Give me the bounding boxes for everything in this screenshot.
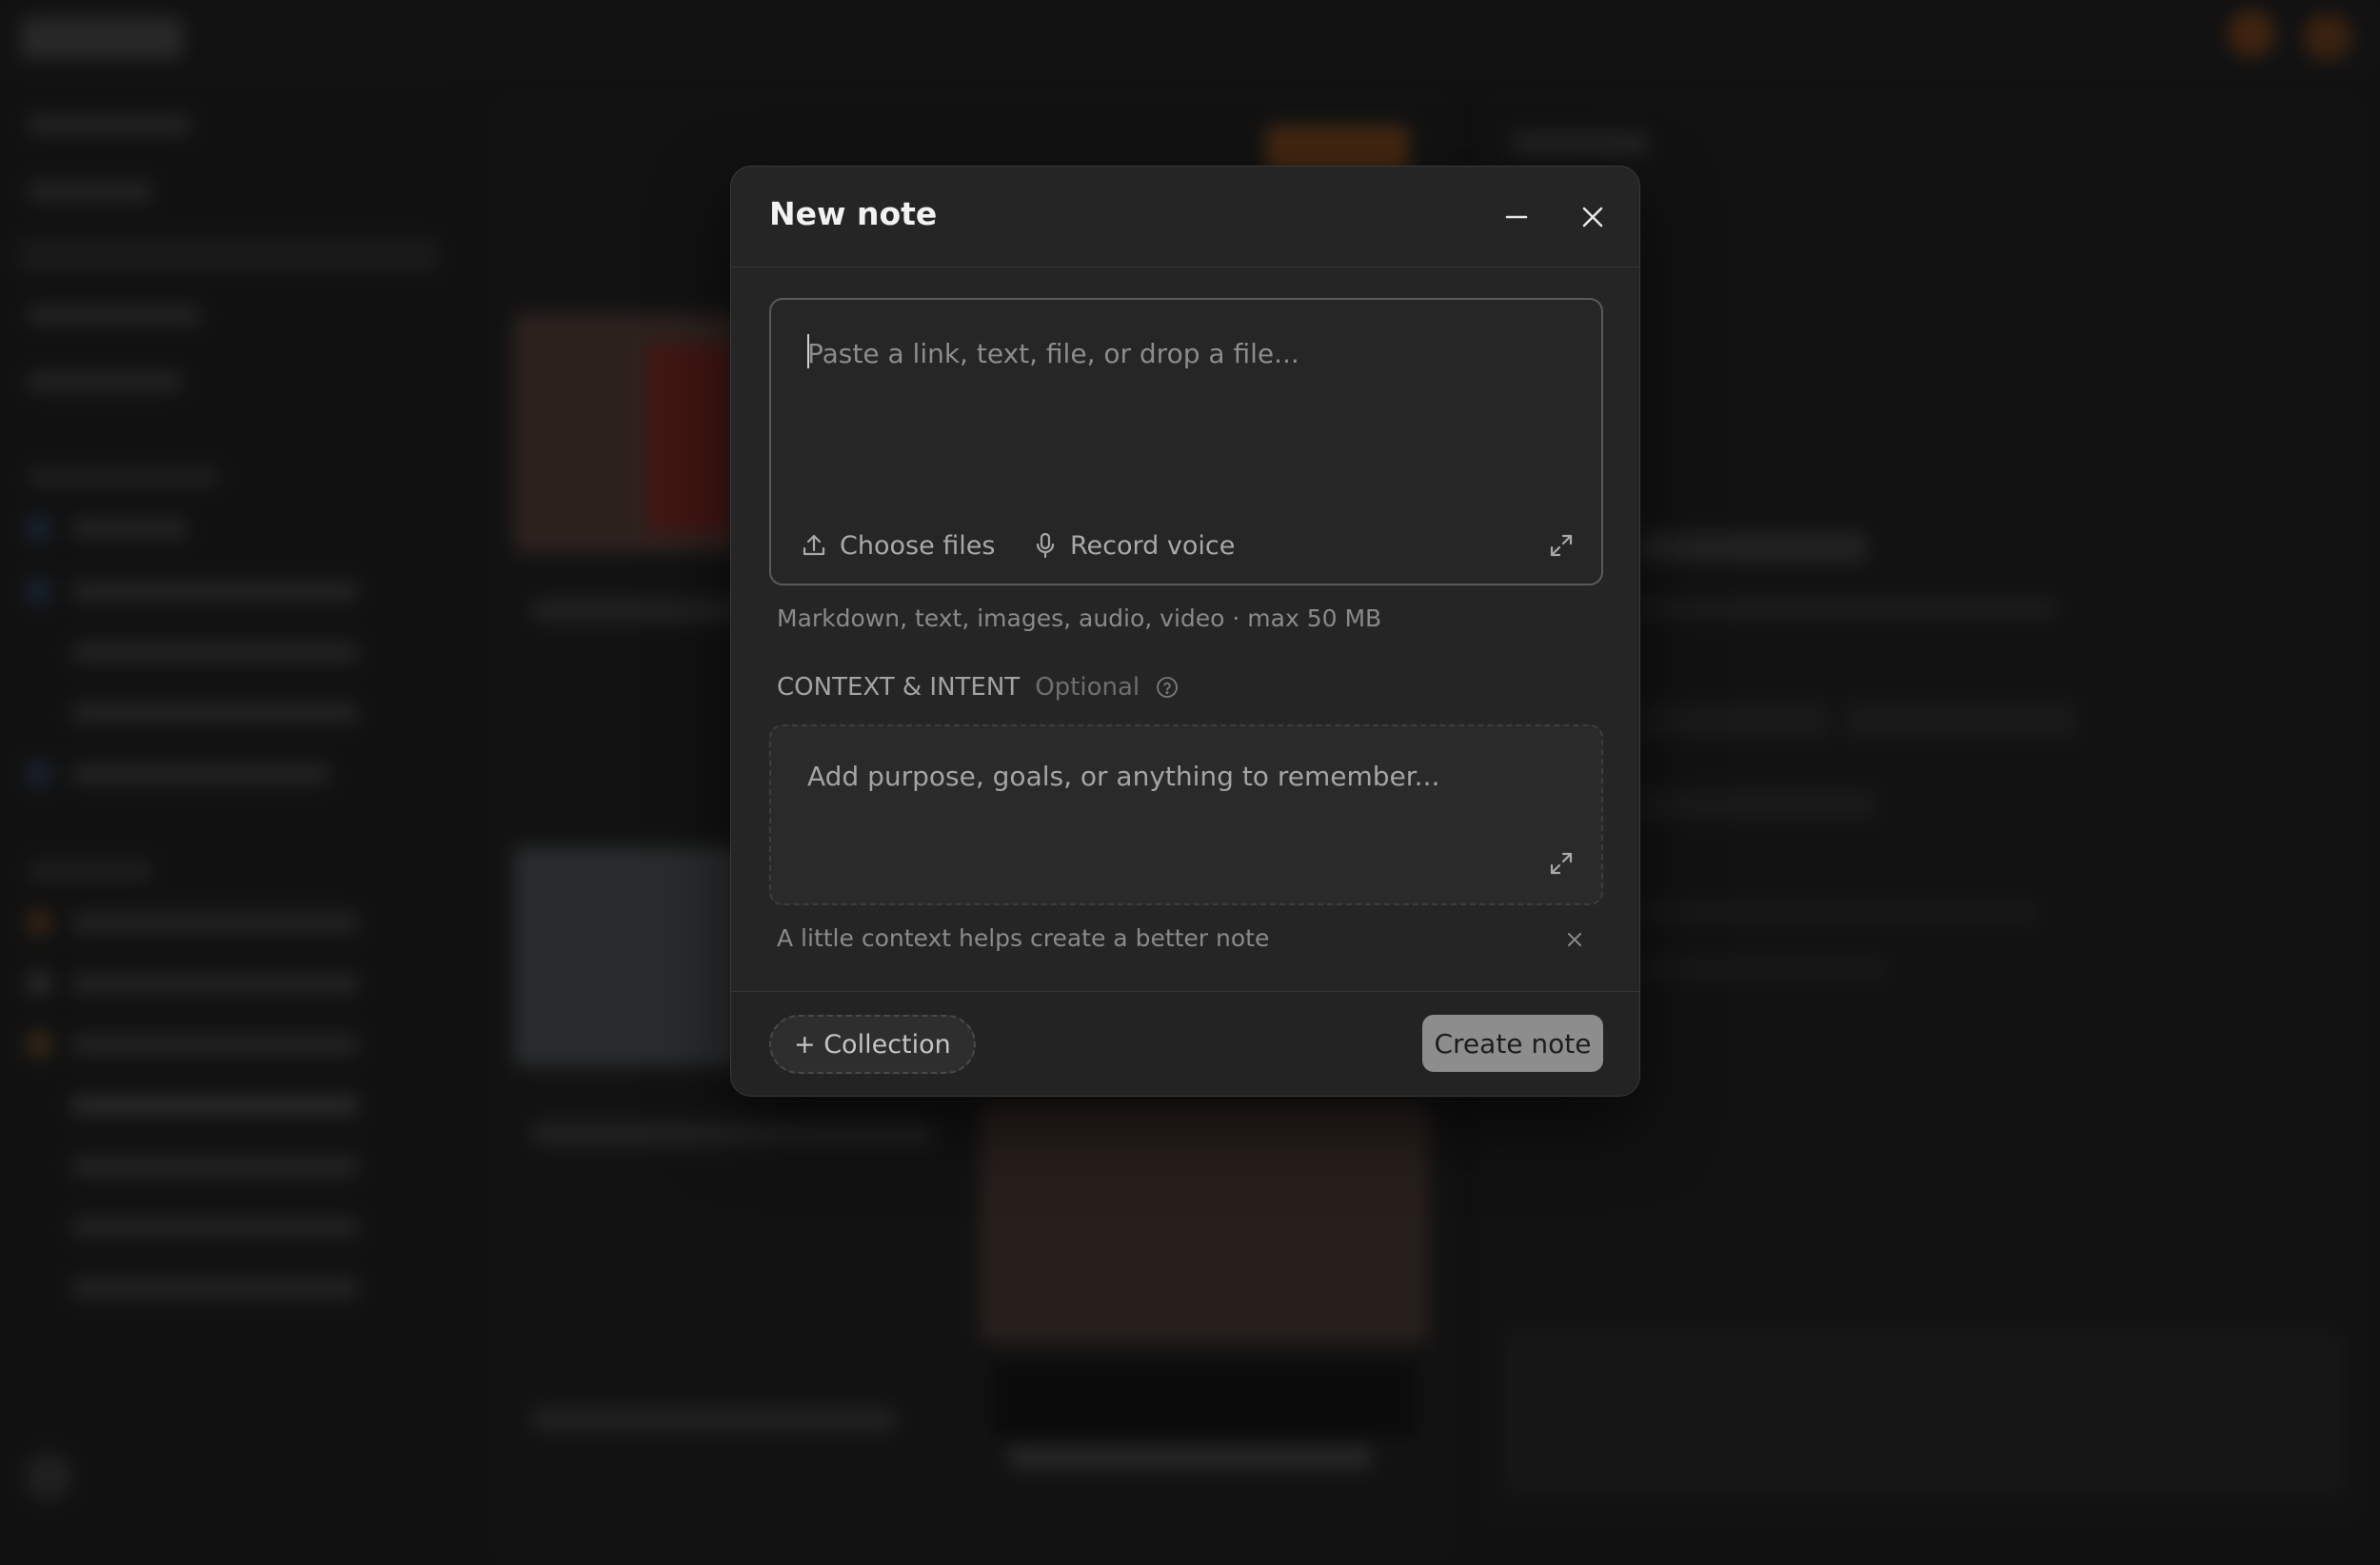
upload-icon [803, 534, 825, 556]
close-button[interactable] [1569, 193, 1616, 241]
optional-label: Optional [1035, 673, 1140, 702]
context-label: CONTEXT & INTENT [777, 673, 1021, 702]
dismiss-context-hint-button[interactable] [1557, 922, 1592, 957]
record-voice-button[interactable]: Record voice [1034, 526, 1235, 565]
dialog-header: New note [731, 167, 1639, 267]
expand-icon [1550, 534, 1573, 557]
close-icon [1568, 933, 1581, 946]
add-collection-button[interactable]: + Collection [769, 1015, 976, 1074]
choose-files-button[interactable]: Choose files [802, 526, 995, 565]
context-input[interactable] [805, 751, 1533, 801]
microphone-icon [1036, 532, 1055, 559]
upload-hint: Markdown, text, images, audio, video · m… [777, 604, 1382, 632]
minimize-button[interactable] [1493, 193, 1540, 241]
paste-dropzone[interactable]: Choose files Record voice [769, 298, 1603, 585]
minus-icon [1505, 215, 1528, 219]
expand-icon [1550, 852, 1573, 875]
help-button[interactable] [1155, 675, 1180, 700]
context-box[interactable] [769, 724, 1603, 905]
paste-input[interactable] [805, 328, 1552, 378]
dialog-footer: + Collection Create note [731, 991, 1639, 1096]
close-icon [1582, 207, 1603, 228]
choose-files-label: Choose files [840, 530, 996, 561]
new-note-dialog: New note Choose files Record voice [730, 166, 1640, 1097]
dialog-title: New note [769, 195, 938, 232]
expand-context-button[interactable] [1542, 844, 1580, 882]
record-voice-label: Record voice [1070, 530, 1236, 561]
help-circle-icon [1157, 677, 1179, 698]
context-hint: A little context helps create a better n… [777, 924, 1270, 952]
create-note-button[interactable]: Create note [1422, 1015, 1603, 1072]
context-label-row: CONTEXT & INTENT Optional [777, 673, 1180, 702]
expand-paste-button[interactable] [1542, 526, 1580, 565]
